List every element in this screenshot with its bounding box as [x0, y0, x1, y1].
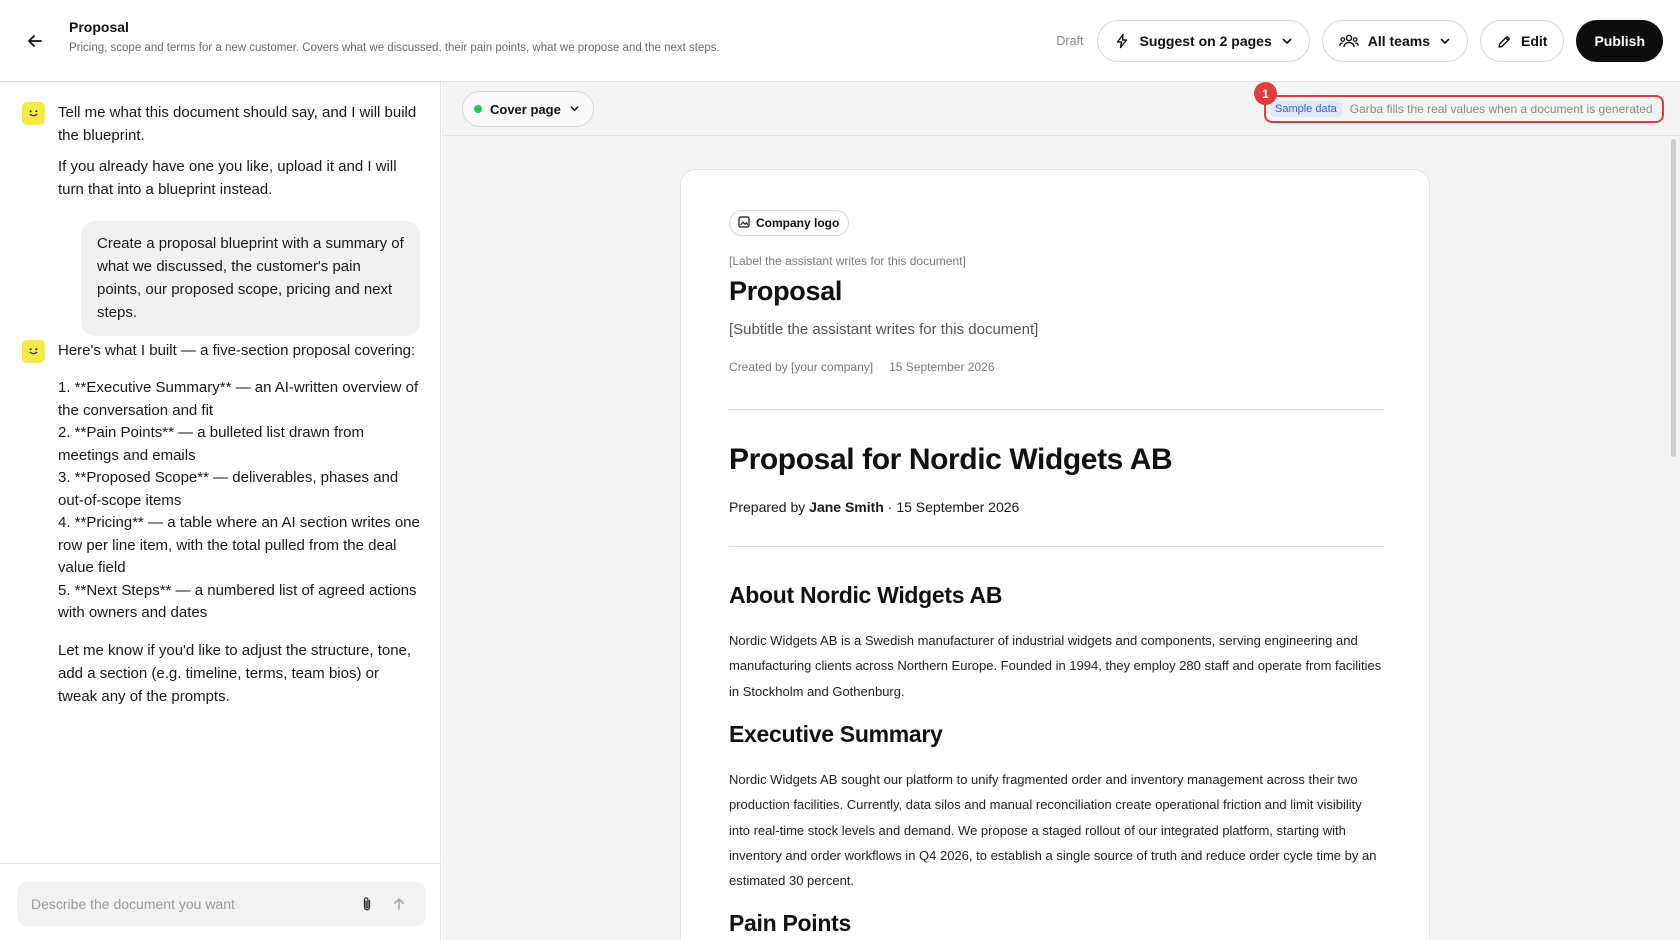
paperclip-icon[interactable]: [354, 891, 380, 917]
bot-reply: Here's what I built — a five-section pro…: [22, 339, 422, 708]
bot-intro-line: If you already have one you like, upload…: [58, 158, 397, 198]
chevron-down-icon: [1281, 35, 1293, 47]
prepared-prefix: Prepared by: [729, 499, 806, 515]
sample-data-note: Garba fills the real values when a docum…: [1349, 102, 1653, 116]
composer: [17, 882, 426, 926]
lightning-icon: [1114, 33, 1130, 49]
document-page: Company logo [Label the assistant writes…: [680, 169, 1430, 940]
bot-message-text: Tell me what this document should say, a…: [58, 101, 422, 201]
chevron-down-icon: [1439, 35, 1451, 47]
bot-reply-text: Here's what I built — a five-section pro…: [58, 339, 422, 708]
cover-title: Proposal: [729, 276, 843, 306]
page-description: Pricing, scope and terms for a new custo…: [69, 42, 720, 54]
document-main-title: Proposal for Nordic Widgets AB: [729, 443, 1173, 476]
section-body: Nordic Widgets AB sought our platform to…: [729, 772, 1377, 889]
list-item: 4. **Pricing** — a table where an AI sec…: [58, 514, 420, 576]
edit-button-label: Edit: [1520, 33, 1548, 49]
title-block: Proposal Pricing, scope and terms for a …: [69, 19, 720, 54]
divider: [729, 409, 1384, 410]
send-arrow-icon[interactable]: [386, 891, 412, 917]
sample-data-badge: Sample data: [1270, 101, 1342, 117]
cover-label: [Label the assistant writes for this doc…: [729, 254, 966, 268]
sample-data-notice: Sample data Garba fills the real values …: [1264, 95, 1664, 123]
created-by: Created by [your company]: [729, 360, 874, 374]
annotation-marker: 1: [1254, 82, 1277, 105]
document-preview: Cover page Sample data Garba fills the r…: [442, 82, 1680, 940]
preview-toolbar: Cover page Sample data Garba fills the r…: [442, 82, 1680, 136]
cover-meta: Created by [your company] 15 September 2…: [729, 360, 995, 374]
bot-intro-line: Tell me what this document should say, a…: [58, 104, 417, 144]
section-heading: Executive Summary: [729, 721, 943, 747]
prepared-date: · 15 September 2026: [887, 499, 1020, 515]
bot-message: Tell me what this document should say, a…: [22, 101, 422, 201]
chat-panel: Tell me what this document should say, a…: [0, 82, 441, 940]
header-actions: Draft Suggest on 2 pages All teams Edit: [1056, 20, 1663, 62]
company-logo-label: Company logo: [756, 216, 840, 230]
top-header: Proposal Pricing, scope and terms for a …: [0, 0, 1680, 82]
teams-dropdown-label: All teams: [1367, 33, 1430, 49]
page-title: Proposal: [69, 19, 129, 35]
section-heading: Pain Points: [729, 910, 851, 936]
bot-avatar-icon: [22, 102, 45, 125]
list-item: 1. **Executive Summary** — an AI-written…: [58, 379, 419, 419]
teams-dropdown[interactable]: All teams: [1321, 20, 1468, 62]
image-icon: [738, 215, 750, 231]
publish-button[interactable]: Publish: [1576, 20, 1663, 62]
back-arrow-icon[interactable]: [22, 28, 48, 54]
prepared-by-line: Prepared by Jane Smith · 15 September 20…: [729, 499, 1019, 515]
list-item: 5. **Next Steps** — a numbered list of a…: [58, 581, 417, 622]
created-date: 15 September 2026: [889, 360, 995, 374]
prepared-name: Jane Smith: [809, 499, 884, 515]
chevron-down-icon: [569, 102, 580, 117]
list-item: 3. **Proposed Scope** — deliverables, ph…: [58, 469, 399, 509]
status-dot: [474, 105, 482, 113]
chat-input[interactable]: [31, 896, 348, 912]
bot-avatar-icon: [22, 340, 45, 363]
bot-reply-closing: Let me know if you'd like to adjust the …: [58, 641, 412, 705]
section-body: Nordic Widgets AB is a Swedish manufactu…: [729, 633, 1382, 699]
page-select-label: Cover page: [490, 101, 561, 117]
team-icon: [1338, 34, 1359, 48]
suggest-button[interactable]: Suggest on 2 pages: [1097, 20, 1310, 62]
user-message: Create a proposal blueprint with a summa…: [81, 221, 420, 336]
section-list: 1. **Executive Summary** — an AI-written…: [58, 377, 422, 625]
section-heading: About Nordic Widgets AB: [729, 582, 1003, 608]
suggest-button-label: Suggest on 2 pages: [1139, 33, 1272, 49]
page-select-dropdown[interactable]: Cover page: [462, 91, 594, 127]
divider: [729, 546, 1384, 547]
edit-button[interactable]: Edit: [1479, 20, 1565, 62]
pencil-icon: [1497, 34, 1512, 49]
composer-divider: [0, 863, 441, 864]
company-logo-placeholder[interactable]: Company logo: [729, 210, 850, 236]
cover-subtitle: [Subtitle the assistant writes for this …: [729, 321, 1039, 338]
status-label: Draft: [1056, 34, 1084, 48]
scrollbar[interactable]: [1671, 139, 1676, 457]
list-item: 2. **Pain Points** — a bulleted list dra…: [58, 424, 364, 464]
bot-reply-intro: Here's what I built — a five-section pro…: [58, 342, 416, 359]
